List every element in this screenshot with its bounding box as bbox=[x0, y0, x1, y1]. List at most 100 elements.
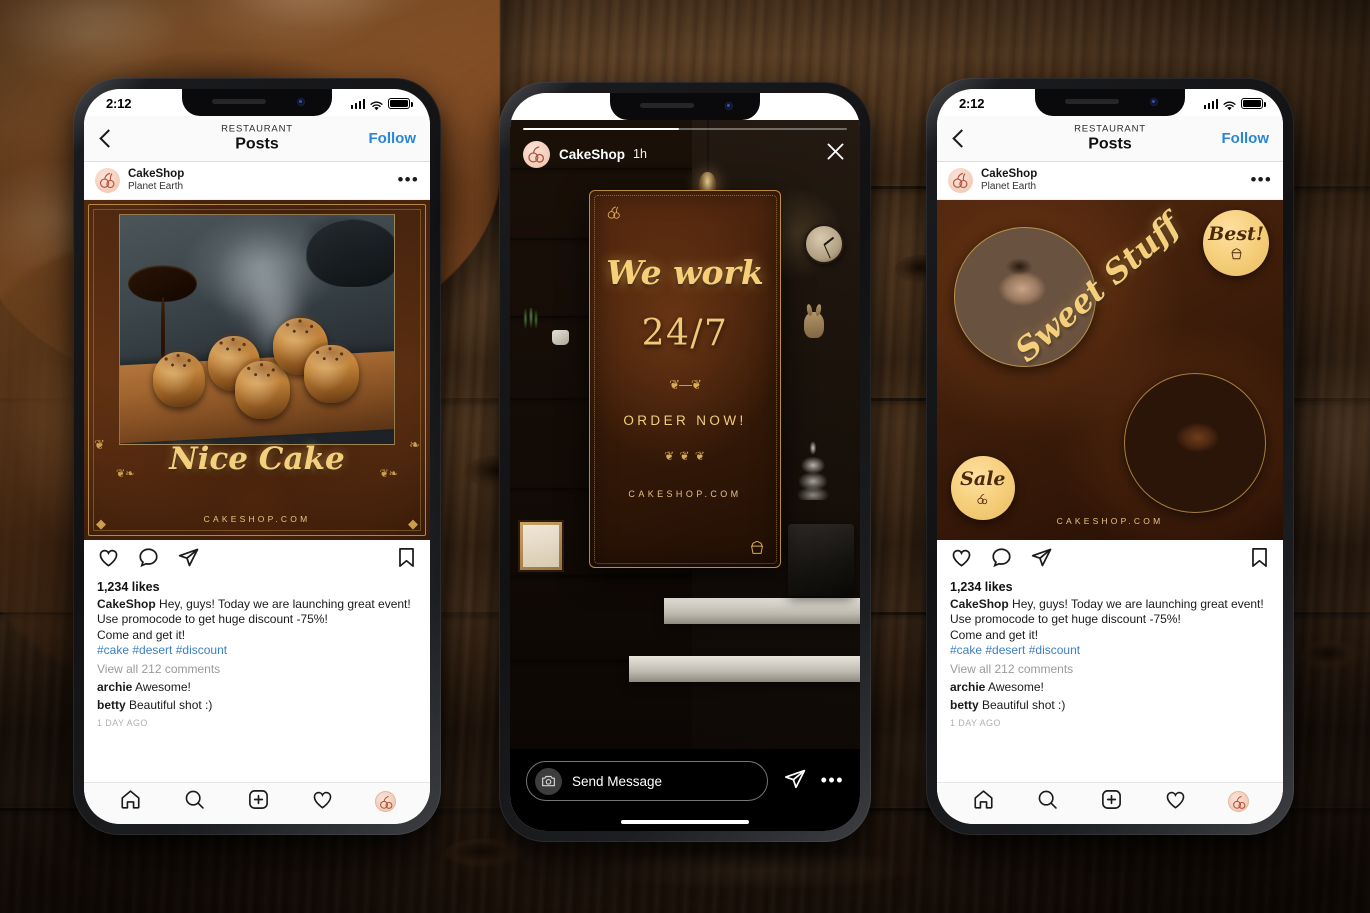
wifi-icon bbox=[800, 103, 813, 114]
caption-username[interactable]: CakeShop bbox=[950, 597, 1009, 611]
counter-shelf bbox=[629, 656, 860, 682]
wifi-icon bbox=[370, 99, 383, 110]
jar bbox=[552, 330, 569, 345]
plus-square-icon[interactable] bbox=[1100, 788, 1123, 816]
earpiece-speaker bbox=[212, 99, 266, 104]
comment-username[interactable]: archie bbox=[97, 680, 132, 694]
phone-middle: 2:12 We work 24/7 ❦—❦ ORDER NOW! ❦ ❦ ❦ C… bbox=[499, 82, 871, 842]
view-all-comments[interactable]: View all 212 comments bbox=[950, 662, 1270, 676]
caption-username[interactable]: CakeShop bbox=[97, 597, 156, 611]
page-title: Posts bbox=[235, 135, 279, 153]
signal-icon bbox=[350, 98, 365, 109]
phone-right: 2:12 RESTAURANT Posts Follow CakeShop Pl… bbox=[926, 78, 1294, 835]
comment-username[interactable]: archie bbox=[950, 680, 985, 694]
comment-text: Awesome! bbox=[132, 679, 191, 694]
view-all-comments[interactable]: View all 212 comments bbox=[97, 662, 417, 676]
story-user-row: CakeShop 1h bbox=[523, 140, 847, 168]
food-photo bbox=[118, 213, 396, 445]
caption-line-1: CakeShop Hey, guys! Today we are launchi… bbox=[97, 597, 417, 612]
counter-top bbox=[664, 598, 860, 624]
comment-item: betty Beautiful shot :) bbox=[950, 698, 1270, 712]
caption-hashtags[interactable]: #cake #desert #discount bbox=[97, 643, 417, 659]
comment-username[interactable]: betty bbox=[97, 698, 126, 712]
back-button[interactable] bbox=[951, 131, 967, 147]
avatar[interactable] bbox=[948, 168, 973, 193]
story-ornament: ❦ ❦ ❦ bbox=[664, 449, 706, 463]
earpiece-speaker bbox=[640, 103, 694, 108]
phone-left-screen: 2:12 RESTAURANT Posts Follow CakeShop Pl… bbox=[84, 89, 430, 824]
activity-heart-icon[interactable] bbox=[1164, 788, 1187, 816]
story-progress-fill bbox=[523, 128, 679, 131]
bookmark-icon[interactable] bbox=[396, 546, 417, 574]
post-username[interactable]: CakeShop bbox=[981, 168, 1037, 181]
post-location[interactable]: Planet Earth bbox=[981, 181, 1037, 193]
bookmark-icon[interactable] bbox=[1249, 546, 1270, 574]
profiterole bbox=[235, 357, 290, 419]
wood-knot bbox=[445, 838, 525, 868]
share-icon[interactable] bbox=[177, 546, 200, 574]
battery-icon bbox=[1241, 98, 1266, 109]
fabric-highlight bbox=[0, 0, 200, 60]
potted-plant bbox=[518, 308, 543, 338]
post-more-button[interactable]: ••• bbox=[1251, 171, 1272, 188]
post-more-button[interactable]: ••• bbox=[398, 171, 419, 188]
notch bbox=[1035, 89, 1185, 116]
post-actions-right bbox=[937, 540, 1283, 580]
activity-heart-icon[interactable] bbox=[311, 788, 334, 816]
story-timestamp: 1h bbox=[633, 147, 647, 162]
heart-icon[interactable] bbox=[950, 546, 973, 574]
comment-text: Beautiful shot :) bbox=[978, 697, 1066, 712]
comment-icon[interactable] bbox=[137, 546, 160, 574]
post-username[interactable]: CakeShop bbox=[128, 168, 184, 181]
post-caption-left: 1,234 likes CakeShop Hey, guys! Today we… bbox=[84, 580, 430, 734]
send-message-input[interactable]: Send Message bbox=[526, 761, 768, 801]
story-more-button[interactable]: ••• bbox=[821, 771, 844, 790]
story-creative-card: We work 24/7 ❦—❦ ORDER NOW! ❦ ❦ ❦ CAKESH… bbox=[589, 190, 781, 568]
profile-avatar[interactable] bbox=[374, 791, 396, 812]
likes-count[interactable]: 1,234 likes bbox=[97, 580, 417, 594]
profile-avatar[interactable] bbox=[1227, 791, 1249, 812]
share-icon[interactable] bbox=[1030, 546, 1053, 574]
post-image-right[interactable]: Best! Sale Sweet Stuff CAKESHOP.COM bbox=[937, 200, 1283, 540]
notch bbox=[610, 93, 760, 120]
search-icon[interactable] bbox=[1036, 788, 1059, 816]
comment-username[interactable]: betty bbox=[950, 698, 979, 712]
close-icon[interactable] bbox=[824, 140, 847, 168]
avatar[interactable] bbox=[95, 168, 120, 193]
story-username[interactable]: CakeShop bbox=[559, 147, 625, 162]
home-icon[interactable] bbox=[119, 788, 142, 816]
coffee-machine bbox=[788, 524, 854, 596]
tab-bar-right bbox=[937, 782, 1283, 824]
back-button[interactable] bbox=[98, 131, 114, 147]
art-url: CAKESHOP.COM bbox=[1056, 516, 1164, 526]
search-icon[interactable] bbox=[183, 788, 206, 816]
share-icon[interactable] bbox=[783, 767, 807, 796]
follow-button[interactable]: Follow bbox=[369, 130, 417, 147]
home-icon[interactable] bbox=[972, 788, 995, 816]
signal-icon bbox=[1203, 98, 1218, 109]
caption-hashtags[interactable]: #cake #desert #discount bbox=[950, 643, 1270, 659]
post-location[interactable]: Planet Earth bbox=[128, 181, 184, 193]
badge-best: Best! bbox=[1203, 210, 1270, 277]
plus-square-icon[interactable] bbox=[247, 788, 270, 816]
camera-icon[interactable] bbox=[535, 767, 562, 795]
comment-item: archie Awesome! bbox=[950, 680, 1270, 694]
post-image-left[interactable]: ❦ ❧ ◆ ◆ Nice Cake CAKESHOP.COM ❦❧ ❦❧ bbox=[84, 200, 430, 540]
story-progress-track[interactable] bbox=[523, 128, 847, 131]
likes-count[interactable]: 1,234 likes bbox=[950, 580, 1270, 594]
story-url: CAKESHOP.COM bbox=[628, 489, 742, 499]
post-header: CakeShop Planet Earth ••• bbox=[937, 162, 1283, 200]
caption-line-2: Use promocode to get huge discount -75%! bbox=[97, 612, 328, 627]
bunny-figurine bbox=[804, 312, 824, 338]
send-message-placeholder: Send Message bbox=[572, 773, 663, 789]
follow-button[interactable]: Follow bbox=[1222, 130, 1270, 147]
status-time: 2:12 bbox=[106, 96, 132, 111]
heart-icon[interactable] bbox=[97, 546, 120, 574]
story-media[interactable]: We work 24/7 ❦—❦ ORDER NOW! ❦ ❦ ❦ CAKESH… bbox=[510, 120, 860, 749]
comment-icon[interactable] bbox=[990, 546, 1013, 574]
avatar[interactable] bbox=[523, 140, 550, 168]
comment-text: Awesome! bbox=[985, 679, 1044, 694]
profiterole bbox=[152, 348, 205, 408]
wifi-icon bbox=[1223, 99, 1236, 110]
tab-bar-left bbox=[84, 782, 430, 824]
